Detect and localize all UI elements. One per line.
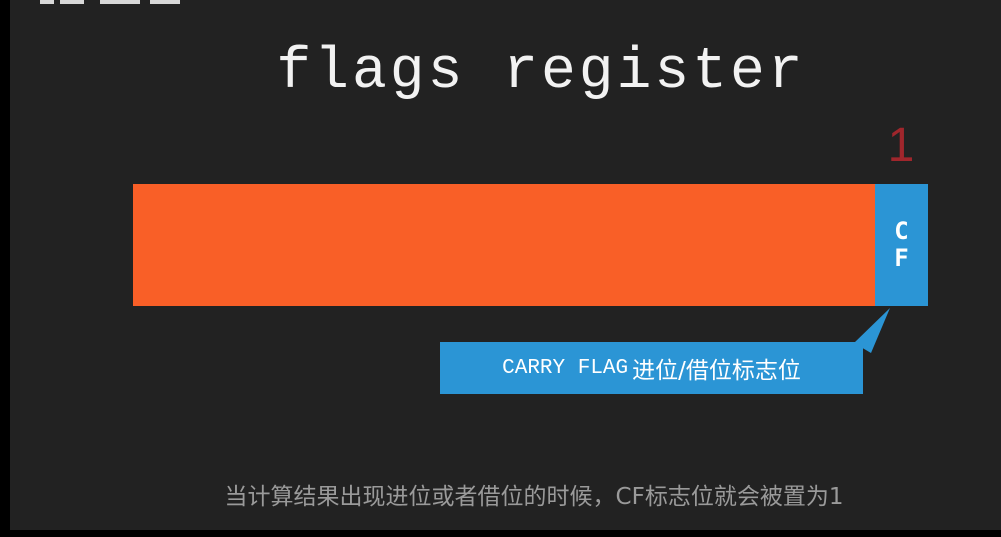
carry-flag-callout: CARRY FLAG 进位/借位标志位 [440, 342, 863, 394]
slide: flags register 1 C F CARRY FLAG 进位/借位标志位… [10, 0, 1001, 530]
callout-pointer-icon [854, 308, 890, 353]
callout-label-cn: 进位/借位标志位 [632, 358, 801, 384]
callout-label-en: CARRY FLAG [502, 356, 629, 380]
subtitle-caption: 当计算结果出现进位或者借位的时候，CF标志位就会被置为1 [224, 484, 844, 510]
